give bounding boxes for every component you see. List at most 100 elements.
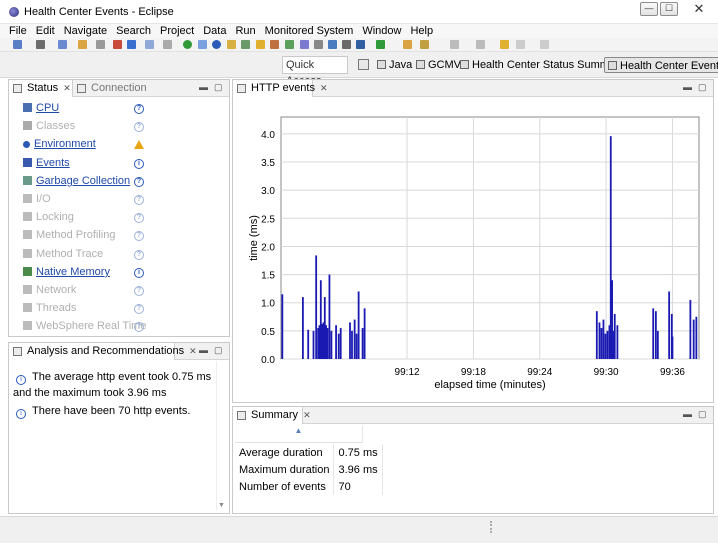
warning-icon[interactable] — [134, 140, 144, 150]
scroll-down-icon[interactable]: ▼ — [218, 502, 225, 509]
y-tick-label: 2.5 — [261, 214, 275, 225]
lock-icon[interactable] — [270, 40, 279, 49]
debug-icon[interactable] — [198, 40, 207, 49]
status-item-label[interactable]: Environment — [34, 138, 96, 150]
status-info-icon[interactable]: i — [134, 158, 144, 169]
mail-icon[interactable] — [145, 40, 154, 49]
y-tick-label: 1.0 — [261, 299, 275, 310]
next-annotation-icon[interactable] — [450, 40, 459, 49]
view-minmax-controls[interactable]: ▬▢ — [199, 345, 229, 356]
y-tick-label: 3.5 — [261, 158, 275, 169]
menu-help[interactable]: Help — [401, 24, 433, 38]
status-item-garbage-collection[interactable]: Garbage Collection — [23, 173, 130, 190]
menu-monitored-system[interactable]: Monitored System — [256, 24, 354, 38]
view-minmax-controls[interactable]: ▬▢ — [199, 82, 229, 93]
run-icon[interactable] — [183, 40, 192, 49]
threads-icon[interactable] — [314, 40, 323, 49]
close-button[interactable]: ✕ — [692, 2, 706, 16]
stop-icon[interactable] — [113, 40, 122, 49]
summary-label: Maximum duration — [235, 461, 335, 478]
trace-icon[interactable] — [328, 40, 337, 49]
status-info-icon[interactable]: ? — [134, 176, 144, 187]
analysis-view: Analysis and Recommendations ✕ ▬▢ i The av… — [8, 342, 230, 514]
previous-annotation-icon[interactable] — [476, 40, 485, 49]
chart-bar — [315, 255, 318, 359]
profile-icon[interactable] — [342, 40, 351, 49]
save-icon[interactable] — [36, 40, 45, 49]
connect-icon[interactable] — [212, 40, 221, 49]
gc-icon[interactable] — [241, 40, 250, 49]
clipboard-icon[interactable] — [163, 40, 172, 49]
status-info-icon[interactable]: ? — [134, 286, 144, 296]
status-info-icon[interactable]: ? — [134, 249, 144, 260]
chart-bar — [363, 308, 366, 359]
summary-row: Number of events 70 — [235, 478, 383, 495]
status-info-icon[interactable]: ? — [134, 122, 144, 133]
report-icon[interactable] — [227, 40, 236, 49]
menu-window[interactable]: Window — [353, 24, 401, 38]
new-icon[interactable] — [13, 40, 22, 49]
status-info-icon[interactable]: ? — [134, 304, 144, 315]
open-perspective-icon[interactable] — [358, 59, 369, 70]
status-item-native-memory[interactable]: Native Memory — [23, 264, 110, 281]
menu-file[interactable]: File — [0, 24, 27, 38]
network-icon[interactable] — [300, 40, 309, 49]
memory-icon[interactable] — [285, 40, 294, 49]
status-item-environment[interactable]: Environment — [23, 136, 96, 153]
tab-summary[interactable]: Summary ✕ — [233, 407, 311, 424]
status-item-label[interactable]: Garbage Collection — [36, 175, 130, 187]
tab-analysis[interactable]: Analysis and Recommendations ✕ — [9, 343, 197, 360]
chart-bar — [595, 311, 598, 359]
summary-label: Average duration — [235, 444, 335, 461]
menu-search[interactable]: Search — [107, 24, 151, 38]
properties-icon[interactable] — [96, 40, 105, 49]
close-tab-icon[interactable]: ✕ — [189, 346, 197, 356]
print-icon[interactable] — [58, 40, 67, 49]
menu-navigate[interactable]: Navigate — [55, 24, 107, 38]
status-info-icon[interactable]: ? — [134, 195, 144, 205]
status-info-icon[interactable]: ? — [134, 231, 144, 242]
menu-data[interactable]: Data — [194, 24, 226, 38]
last-edit-icon[interactable] — [500, 40, 509, 49]
connection-icon — [77, 84, 86, 93]
status-item-label[interactable]: Events — [36, 157, 70, 169]
io-icon — [23, 194, 32, 203]
refresh-icon[interactable] — [127, 40, 136, 49]
quick-access-input[interactable]: Quick Access — [282, 56, 348, 87]
plot-area — [280, 116, 700, 360]
status-info-icon[interactable]: i — [134, 267, 144, 278]
search-icon[interactable] — [420, 40, 429, 49]
tab-status[interactable]: Status ✕ — [9, 80, 73, 97]
vertical-scrollbar[interactable]: ▼ — [216, 361, 226, 511]
status-info-icon[interactable]: ? — [134, 213, 144, 224]
chart-bar — [668, 291, 671, 359]
open-type-icon[interactable] — [403, 40, 412, 49]
back-icon[interactable] — [516, 40, 525, 49]
status-item-cpu[interactable]: CPU — [23, 100, 59, 117]
tab-connection[interactable]: Connection — [73, 80, 153, 97]
perspective-java[interactable]: Java — [374, 57, 415, 73]
view-minmax-controls[interactable]: ▬▢ — [683, 409, 713, 420]
menu-edit[interactable]: Edit — [27, 24, 55, 38]
folder-icon[interactable] — [256, 40, 265, 49]
menu-project[interactable]: Project — [151, 24, 194, 38]
status-item-events[interactable]: Events — [23, 155, 70, 172]
external-tools-icon[interactable] — [376, 40, 385, 49]
http-events-chart[interactable]: 0.0 0.5 1.0 1.5 2.0 2.5 3.0 3.5 4.0 99:12 99:18 99:… — [233, 80, 715, 404]
forward-icon[interactable] — [540, 40, 549, 49]
maximize-button[interactable]: ☐ — [660, 2, 678, 16]
close-tab-icon[interactable]: ✕ — [63, 83, 71, 93]
open-icon[interactable] — [78, 40, 87, 49]
status-item-label[interactable]: CPU — [36, 102, 59, 114]
perspective-health-center-events[interactable]: Health Center Events — [604, 57, 718, 73]
summary-sort-header[interactable]: ▲ — [235, 426, 363, 443]
close-tab-icon[interactable]: ✕ — [303, 410, 311, 420]
chart-bar — [349, 322, 351, 359]
perspective-status-summary[interactable]: Health Center Status Summary — [457, 57, 627, 73]
status-info-icon[interactable]: ? — [134, 104, 144, 114]
status-icon — [13, 84, 22, 93]
menu-run[interactable]: Run — [226, 24, 255, 38]
minimize-button[interactable]: — — [640, 2, 658, 16]
chart-icon[interactable] — [356, 40, 365, 49]
status-item-label[interactable]: Native Memory — [36, 266, 110, 278]
